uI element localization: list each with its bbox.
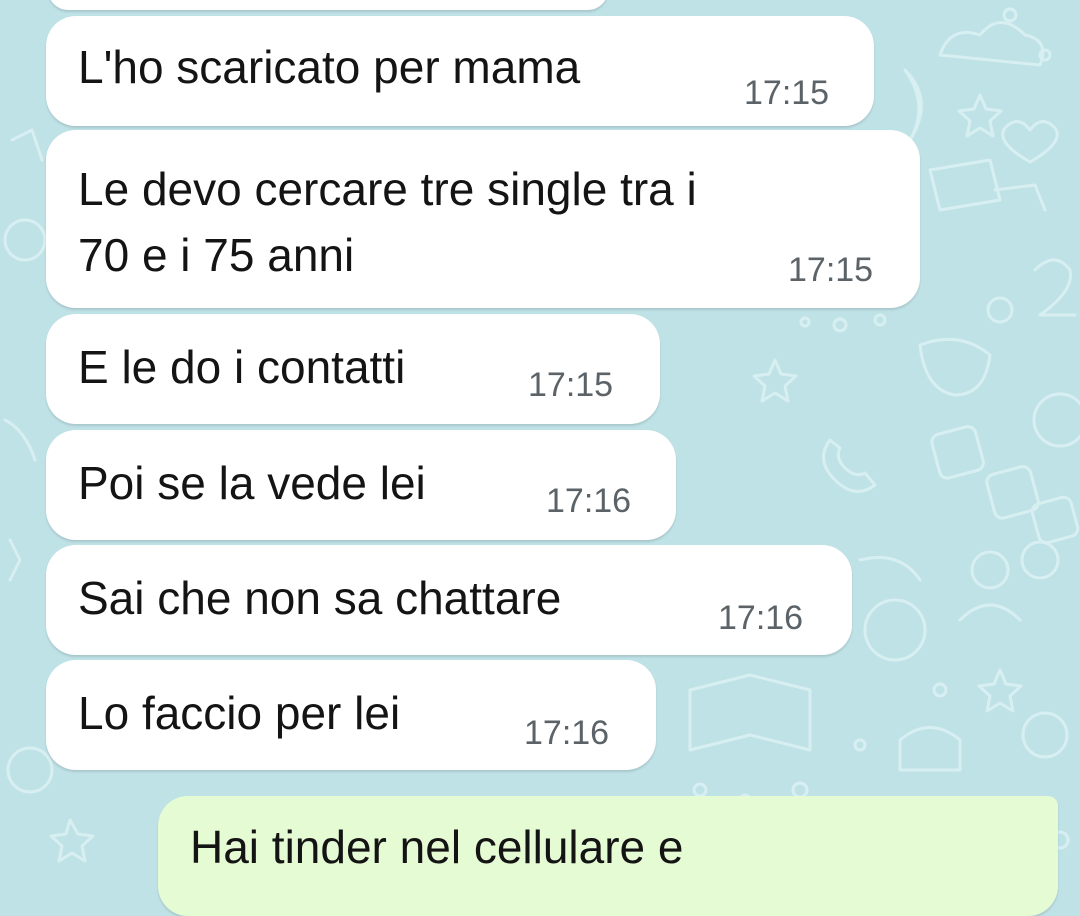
message-text: L'ho scaricato per mama	[78, 41, 581, 93]
message-timestamp: 17:15	[788, 251, 874, 289]
message-bubble-previous	[48, 0, 608, 10]
message-timestamp: 17:15	[528, 366, 614, 404]
message-bubble-incoming[interactable]: Poi se la vede lei 17:16	[46, 430, 676, 540]
message-bubble-incoming[interactable]: Sai che non sa chattare 17:16	[46, 545, 852, 655]
message-text: E le do i contatti	[78, 341, 406, 393]
message-text-line2: 70 e i 75 anni	[78, 229, 355, 281]
message-timestamp: 17:15	[744, 74, 830, 112]
message-bubble-incoming[interactable]: L'ho scaricato per mama 17:15	[46, 16, 874, 126]
message-text: Sai che non sa chattare	[78, 572, 562, 624]
message-timestamp: 17:16	[524, 714, 610, 752]
message-text: Poi se la vede lei	[78, 457, 426, 509]
message-bubble-incoming[interactable]: Le devo cercare tre single tra i 70 e i …	[46, 130, 920, 308]
message-bubble-incoming[interactable]: E le do i contatti 17:15	[46, 314, 660, 424]
message-text: Hai tinder nel cellulare e	[190, 821, 684, 873]
message-text: Lo faccio per lei	[78, 687, 401, 739]
message-bubble-outgoing[interactable]: Hai tinder nel cellulare e	[158, 796, 1058, 916]
message-bubble-incoming[interactable]: Lo faccio per lei 17:16	[46, 660, 656, 770]
message-text-line1: Le devo cercare tre single tra i	[78, 163, 697, 215]
message-timestamp: 17:16	[718, 599, 804, 637]
message-timestamp: 17:16	[546, 482, 632, 520]
